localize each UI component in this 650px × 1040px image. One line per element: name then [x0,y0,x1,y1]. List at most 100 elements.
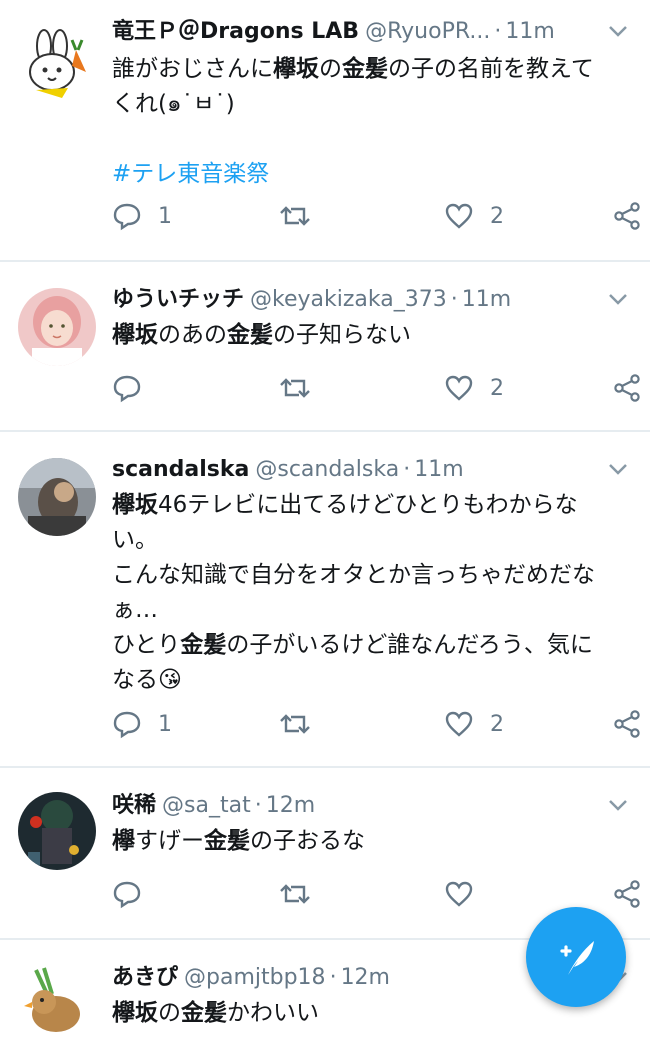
reply-button[interactable]: 1 [112,704,172,744]
share-button[interactable] [612,704,642,744]
tweet-text-segment: 46テレビに出てるけどひとりもわからな [158,492,578,518]
tweet-1[interactable]: 竜王Ｐ＠Dragons LAB @RyuoPR... · 11m 誰がおじさんに欅坂の… [0,0,650,262]
retweet-icon [278,709,312,739]
chevron-down-icon[interactable] [606,14,630,50]
tweet-text-line: 誰がおじさんに欅坂の金髪の子の名前を教えて [112,52,632,87]
tweet-text-segment: すげー [135,828,204,854]
tweet-text-line: 欅坂46テレビに出てるけどひとりもわからな [112,488,632,523]
tweet-text: 欅坂のあの金髪の子知らない [112,318,632,353]
share-icon [612,373,642,403]
user-handle[interactable]: @sa_tat [162,793,251,818]
highlighted-keyword: 金髪 [227,322,273,348]
share-icon [612,201,642,231]
like-icon [444,879,474,909]
hashtag-link[interactable]: #テレ東音楽祭 [112,161,269,187]
avatar-girl[interactable] [18,288,96,366]
timestamp[interactable]: 12m [341,965,390,990]
like-count: 2 [490,711,504,737]
avatar-rabbit[interactable] [18,26,96,104]
chevron-down-icon[interactable] [606,452,630,488]
tweet-actions [112,874,640,914]
reply-button[interactable] [112,368,158,408]
tweet-text-segment: の [158,1000,181,1026]
retweet-button[interactable] [278,196,312,236]
display-name[interactable]: あきぴ [112,965,178,990]
reply-count: 1 [158,203,172,229]
like-count: 2 [490,203,504,229]
reply-icon [112,709,142,739]
tweet-text-segment: 誰がおじさんに [112,56,273,82]
tweet-text-segment: い。 [112,527,158,553]
avatar-photo[interactable] [18,458,96,536]
tweet-text-line: 欅坂のあの金髪の子知らない [112,318,632,353]
like-icon [444,373,474,403]
tweet-text-segment: のあの [158,322,227,348]
tweet-actions: 2 [112,368,640,408]
user-handle[interactable]: @keyakizaka_373 [250,287,447,312]
tweet-text-segment: なる😘 [112,667,182,693]
retweet-button[interactable] [278,704,312,744]
like-icon [444,709,474,739]
retweet-icon [278,879,312,909]
tweet-text-line: こんな知識で自分をオタとか言っちゃだめだな [112,558,632,593]
like-count: 2 [490,375,504,401]
tweet-text: 欅すげー金髪の子おるな [112,824,632,859]
highlighted-keyword: 欅坂 [112,492,158,518]
reply-icon [112,879,142,909]
tweet-text-segment: かわいい [227,1000,319,1026]
tweet-text-line [112,122,632,157]
highlighted-keyword: 金髪 [181,1000,227,1026]
tweet-text-segment: の子の名前を教えて [388,56,594,82]
tweet-text-line: ひとり金髪の子がいるけど誰なんだろう、気に [112,628,632,663]
reply-button[interactable]: 1 [112,196,172,236]
share-button[interactable] [612,368,642,408]
tweet-text-line: なる😘 [112,663,632,698]
tweet-text-line: #テレ東音楽祭 [112,157,632,192]
timestamp[interactable]: 11m [414,457,463,482]
like-icon [444,201,474,231]
user-handle[interactable]: @RyuoPR... [365,19,490,44]
retweet-button[interactable] [278,874,312,914]
highlighted-keyword: 欅 [112,828,135,854]
retweet-button[interactable] [278,368,312,408]
tweet-2[interactable]: ゆういチッチ @keyakizaka_373 · 11m 欅坂のあの金髪の子知らない … [0,262,650,432]
like-button[interactable] [444,874,490,914]
tweet-text-segment: の子がいるけど誰なんだろう、気に [226,632,593,658]
like-button[interactable]: 2 [444,196,504,236]
tweet-text-segment: の [319,56,342,82]
display-name[interactable]: scandalska [112,457,249,482]
timestamp[interactable]: 12m [266,793,315,818]
share-button[interactable] [612,874,642,914]
compose-tweet-button[interactable] [526,907,626,1007]
highlighted-keyword: 金髪 [180,632,227,658]
tweet-text: 誰がおじさんに欅坂の金髪の子の名前を教えて くれ(๑˙ㅂ˙) #テレ東音楽祭 [112,52,632,192]
timestamp[interactable]: 11m [462,287,511,312]
user-handle[interactable]: @scandalska [255,457,399,482]
display-name[interactable]: 竜王Ｐ＠Dragons LAB [112,19,359,44]
tweet-text-line: 欅すげー金髪の子おるな [112,824,632,859]
like-button[interactable]: 2 [444,368,504,408]
avatar-game[interactable] [18,792,96,870]
tweet-text-segment: の子知らない [273,322,411,348]
tweet-text-line: くれ(๑˙ㅂ˙) [112,87,632,122]
tweet-actions: 12 [112,704,640,744]
share-icon [612,709,642,739]
display-name[interactable]: 咲稀 [112,793,156,818]
like-button[interactable]: 2 [444,704,504,744]
display-name[interactable]: ゆういチッチ [112,287,244,312]
tweet-text-segment: ぁ… [112,597,158,623]
timestamp[interactable]: 11m [505,19,554,44]
highlighted-keyword: 欅坂 [112,322,158,348]
tweet-3[interactable]: scandalska @scandalska · 11m 欅坂46テレビに出てるけどひ… [0,432,650,768]
user-handle[interactable]: @pamjtbp18 [184,965,326,990]
highlighted-keyword: 金髪 [204,828,250,854]
tweet-actions: 12 [112,196,640,236]
chevron-down-icon[interactable] [606,788,630,824]
tweet-header: ゆういチッチ @keyakizaka_373 · 11m [112,282,632,318]
chevron-down-icon[interactable] [606,282,630,318]
tweet-text-segment: ひとり [112,632,181,658]
reply-button[interactable] [112,874,158,914]
share-button[interactable] [612,196,642,236]
tweet-text-line: ぁ… [112,593,632,628]
avatar-duck[interactable] [18,962,96,1040]
